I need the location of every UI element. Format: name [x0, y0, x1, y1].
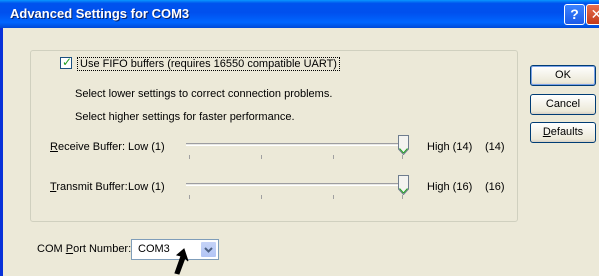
close-icon[interactable]: ✕: [586, 4, 599, 25]
hint-higher: Select higher settings for faster perfor…: [75, 111, 295, 123]
buffer-settings-group: [30, 50, 518, 222]
chevron-down-icon[interactable]: [200, 241, 217, 258]
receive-slider-track[interactable]: [186, 143, 406, 146]
slider-tick: [189, 195, 190, 199]
defaults-button[interactable]: Defaults: [530, 122, 596, 143]
hint-lower: Select lower settings to correct connect…: [75, 88, 333, 100]
transmit-buffer-low-label: Low (1): [128, 181, 165, 193]
receive-buffer-label: Receive Buffer:: [50, 141, 126, 153]
transmit-buffer-label: Transmit Buffer:: [50, 181, 128, 193]
slider-tick: [333, 195, 334, 199]
transmit-buffer-value: (16): [485, 181, 505, 193]
window-title: Advanced Settings for COM3: [10, 6, 190, 21]
com-port-value: COM3: [138, 243, 170, 255]
cancel-button[interactable]: Cancel: [530, 94, 596, 115]
transmit-slider-track[interactable]: [186, 183, 406, 186]
slider-thumb-icon[interactable]: [398, 135, 409, 155]
mouse-pointer-icon: [174, 248, 189, 275]
receive-buffer-high-label: High (14): [427, 141, 473, 153]
help-icon[interactable]: ?: [564, 4, 585, 25]
slider-thumb-icon[interactable]: [398, 175, 409, 195]
slider-tick: [402, 195, 403, 199]
com-port-label: COM Port Number:: [37, 243, 132, 255]
fifo-checkbox-label[interactable]: Use FIFO buffers (requires 16550 compati…: [77, 57, 340, 71]
advanced-settings-dialog: Advanced Settings for COM3 ? ✕ ✓ Use FIF…: [0, 0, 599, 276]
chevron-down-glyph: [204, 247, 213, 253]
transmit-buffer-high-label: High (16): [427, 181, 473, 193]
checkmark-icon: ✓: [62, 55, 73, 69]
slider-tick: [261, 155, 262, 159]
receive-buffer-low-label: Low (1): [128, 141, 165, 153]
slider-tick: [333, 155, 334, 159]
slider-tick: [402, 155, 403, 159]
slider-tick: [189, 155, 190, 159]
receive-buffer-value: (14): [485, 141, 505, 153]
title-bar[interactable]: Advanced Settings for COM3 ? ✕: [0, 0, 599, 28]
fifo-checkbox[interactable]: ✓: [60, 55, 73, 69]
ok-button[interactable]: OK: [530, 65, 596, 86]
slider-tick: [261, 195, 262, 199]
